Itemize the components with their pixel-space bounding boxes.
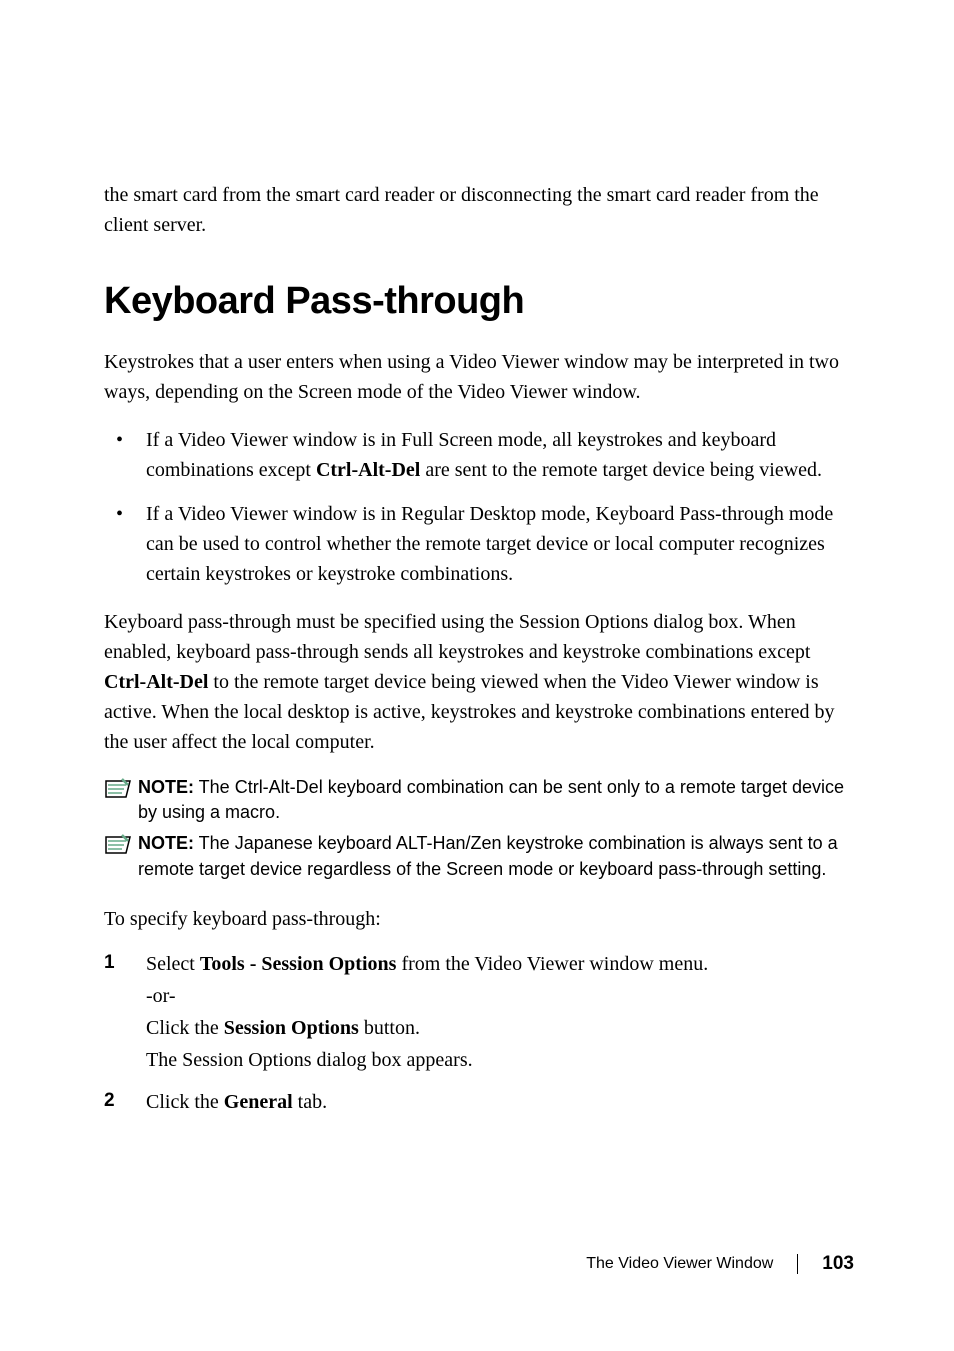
step-line3-pre: Click the bbox=[146, 1017, 224, 1039]
step-line3-bold: Session Options bbox=[224, 1017, 359, 1039]
note-text: NOTE: The Japanese keyboard ALT-Han/Zen … bbox=[138, 831, 854, 881]
note-body: The Japanese keyboard ALT-Han/Zen keystr… bbox=[138, 833, 838, 878]
specify-intro: To specify keyboard pass-through: bbox=[104, 904, 854, 934]
step-number: 2 bbox=[104, 1086, 115, 1116]
note-text: NOTE: The Ctrl-Alt-Del keyboard combinat… bbox=[138, 775, 854, 825]
step-text-bold: General bbox=[224, 1091, 293, 1113]
bullet-text-bold: Ctrl-Alt-Del bbox=[316, 459, 420, 481]
step-text-post: tab. bbox=[293, 1091, 327, 1113]
note-label: NOTE: bbox=[138, 833, 194, 853]
bullet-item: If a Video Viewer window is in Full Scre… bbox=[104, 425, 854, 485]
intro-continuation: the smart card from the smart card reade… bbox=[104, 180, 854, 240]
step-line4: The Session Options dialog box appears. bbox=[146, 1044, 854, 1076]
para-text-pre: Keyboard pass-through must be specified … bbox=[104, 611, 810, 663]
note-body: The Ctrl-Alt-Del keyboard combination ca… bbox=[138, 777, 844, 822]
step-line3-post: button. bbox=[359, 1017, 420, 1039]
page-footer: The Video Viewer Window 103 bbox=[586, 1253, 854, 1275]
step-item: 2 Click the General tab. bbox=[104, 1086, 854, 1118]
step-text-pre: Click the bbox=[146, 1091, 224, 1113]
footer-section-title: The Video Viewer Window bbox=[586, 1255, 773, 1273]
step-number: 1 bbox=[104, 948, 115, 978]
paragraph-intro: Keystrokes that a user enters when using… bbox=[104, 347, 854, 407]
step-item: 1 Select Tools - Session Options from th… bbox=[104, 948, 854, 1076]
footer-separator bbox=[797, 1254, 798, 1274]
step-text-post: from the Video Viewer window menu. bbox=[396, 953, 708, 975]
note-block: NOTE: The Ctrl-Alt-Del keyboard combinat… bbox=[104, 775, 854, 825]
paragraph-passthrough-explain: Keyboard pass-through must be specified … bbox=[104, 607, 854, 757]
step-or: -or- bbox=[146, 980, 854, 1012]
bullet-list: If a Video Viewer window is in Full Scre… bbox=[104, 425, 854, 589]
numbered-steps: 1 Select Tools - Session Options from th… bbox=[104, 948, 854, 1118]
footer-page-number: 103 bbox=[822, 1253, 854, 1275]
bullet-text-post: are sent to the remote target device bei… bbox=[420, 459, 822, 481]
note-icon bbox=[104, 777, 132, 801]
bullet-text-pre: If a Video Viewer window is in Regular D… bbox=[146, 503, 833, 585]
para-text-post: to the remote target device being viewed… bbox=[104, 671, 835, 753]
heading-keyboard-passthrough: Keyboard Pass-through bbox=[104, 280, 854, 323]
note-label: NOTE: bbox=[138, 777, 194, 797]
bullet-item: If a Video Viewer window is in Regular D… bbox=[104, 499, 854, 589]
para-text-bold: Ctrl-Alt-Del bbox=[104, 671, 208, 693]
step-text-bold: Tools - Session Options bbox=[200, 953, 397, 975]
step-text-pre: Select bbox=[146, 953, 200, 975]
note-icon bbox=[104, 833, 132, 857]
note-block: NOTE: The Japanese keyboard ALT-Han/Zen … bbox=[104, 831, 854, 881]
